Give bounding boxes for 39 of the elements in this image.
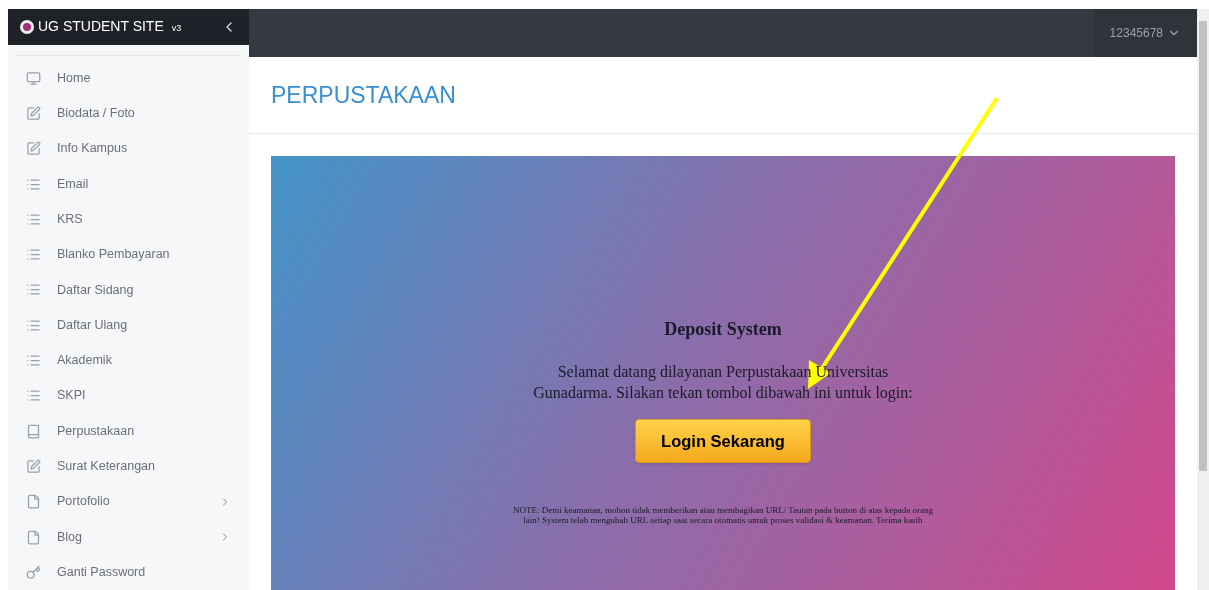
list-icon: [26, 353, 41, 369]
sidebar-item[interactable]: Info Kampus: [16, 131, 241, 167]
brand-version: v3: [171, 22, 182, 35]
login-button[interactable]: Login Sekarang: [635, 419, 811, 463]
edit-icon: [26, 458, 41, 474]
list-icon: [26, 388, 41, 404]
list-icon: [26, 247, 41, 263]
sidebar-item[interactable]: Perpustakaan: [16, 413, 241, 449]
brand-title: UG STUDENT SITE: [38, 17, 164, 37]
scrollbar[interactable]: [1197, 9, 1209, 590]
sidebar-item[interactable]: Akademik: [16, 342, 241, 379]
sidebar-item[interactable]: Daftar Ulang: [16, 307, 241, 343]
sidebar-item[interactable]: SKPI: [16, 378, 241, 414]
monitor-icon: [26, 70, 41, 86]
list-icon: [26, 176, 41, 192]
sidebar-item[interactable]: Blog: [16, 519, 241, 555]
edit-icon: [26, 141, 41, 157]
edit-icon: [26, 106, 41, 121]
panel-heading: Deposit System: [664, 318, 782, 341]
sidebar-item[interactable]: KRS: [16, 201, 241, 238]
list-icon: [26, 282, 41, 298]
security-note: NOTE: Demi keamanan, mohon tidak memberikan atau membagikan URL/ Tautan pada button di atas kepada orang lain! System telah mengubah URL setiap saat secara otomatis untuk proses validasi & keamanan. Terima kasih: [511, 505, 935, 525]
sidebar-item[interactable]: Daftar Sidang: [16, 272, 241, 308]
sidebar-item[interactable]: Portofolio: [16, 484, 241, 520]
file-icon: [26, 494, 41, 510]
sidebar-item[interactable]: Ganti Password: [16, 554, 241, 590]
list-icon: [26, 211, 41, 227]
sidebar-item[interactable]: Home: [16, 60, 241, 96]
list-icon: [26, 317, 41, 333]
sidebar-item[interactable]: Biodata / Foto: [16, 95, 241, 132]
sidebar-item[interactable]: Email: [16, 166, 241, 202]
file-icon: [26, 529, 41, 545]
book-icon: [26, 423, 41, 439]
user-menu[interactable]: 12345678: [1093, 9, 1197, 57]
logo-icon: [20, 19, 34, 34]
sidebar-item[interactable]: Blanko Pembayaran: [16, 237, 241, 273]
page-title: PERPUSTAKAAN: [271, 80, 456, 110]
key-icon: [26, 564, 41, 580]
sidebar-item[interactable]: Surat Keterangan: [16, 448, 241, 485]
